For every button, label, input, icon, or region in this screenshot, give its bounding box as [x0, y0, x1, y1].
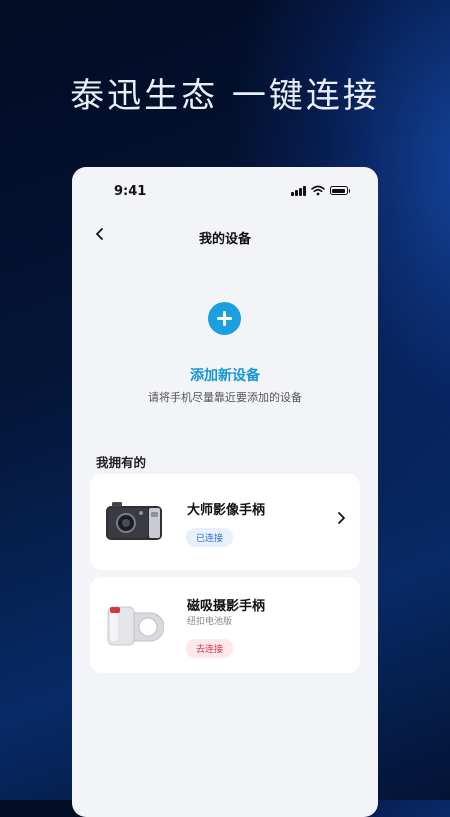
camera-grip-image: [106, 502, 162, 540]
wifi-icon: [310, 185, 325, 196]
device-name: 磁吸摄影手柄: [187, 599, 266, 614]
device-name: 大师影像手柄: [187, 503, 266, 518]
phone-screen: 9:41 我的设备 添加新设备 请将手机尽量靠近要添加的设备 我拥有的 大师影像…: [72, 167, 378, 817]
battery-icon: [329, 186, 348, 195]
add-device-title[interactable]: 添加新设备: [72, 365, 378, 385]
status-badge-connected: 已连接: [186, 528, 234, 547]
device-card-magnetic-grip[interactable]: 磁吸摄影手柄 纽扣电池版 去连接: [90, 577, 360, 673]
nav-bar: 我的设备: [72, 225, 378, 249]
cellular-signal-icon: [291, 185, 306, 196]
connect-button[interactable]: 去连接: [186, 639, 234, 658]
status-bar: 9:41: [72, 181, 378, 203]
battery-tip: [348, 188, 350, 193]
promo-headline: 泰迅生态 一键连接: [70, 76, 380, 116]
owned-section-label: 我拥有的: [96, 455, 147, 470]
chevron-right-icon[interactable]: [336, 510, 346, 530]
status-icons: [291, 185, 350, 196]
page-title: 我的设备: [198, 232, 251, 247]
magnetic-grip-image: [107, 606, 164, 646]
add-device-plus-icon[interactable]: [208, 302, 241, 335]
device-subtitle: 纽扣电池版: [187, 617, 233, 627]
status-time: 9:41: [114, 184, 147, 199]
device-card-master-grip[interactable]: 大师影像手柄 已连接: [90, 474, 360, 570]
add-device-subtitle: 请将手机尽量靠近要添加的设备: [148, 391, 302, 404]
